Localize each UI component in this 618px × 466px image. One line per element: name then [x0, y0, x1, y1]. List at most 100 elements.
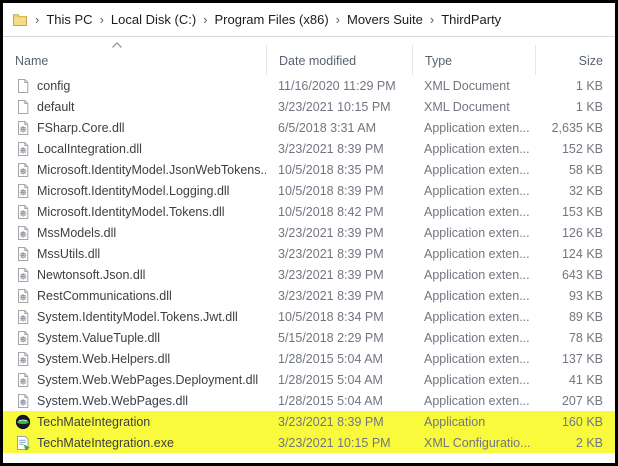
file-date-modified: 10/5/2018 8:42 PM [278, 204, 384, 219]
file-row[interactable]: System.IdentityModel.Tokens.Jwt.dll 10/5… [3, 306, 615, 327]
dll-icon [15, 162, 31, 178]
file-name: MssUtils.dll [37, 246, 101, 261]
file-type: Application exten... [424, 141, 530, 156]
dll-icon [15, 204, 31, 220]
file-row[interactable]: Microsoft.IdentityModel.JsonWebTokens...… [3, 159, 615, 180]
file-size: 2 KB [575, 435, 603, 450]
dll-icon [15, 246, 31, 262]
file-type: Application exten... [424, 183, 530, 198]
file-row[interactable]: default 3/23/2021 10:15 PM XML Document … [3, 96, 615, 117]
file-date-modified: 3/23/2021 8:39 PM [278, 141, 384, 156]
xml-doc-icon [15, 78, 31, 94]
file-type: Application [424, 414, 486, 429]
file-size: 160 KB [561, 414, 603, 429]
dll-icon [15, 309, 31, 325]
file-row[interactable]: TechMateIntegration.exe 3/23/2021 10:15 … [3, 432, 615, 453]
file-name: System.ValueTuple.dll [37, 330, 160, 345]
breadcrumb-item[interactable]: Program Files (x86) [215, 12, 329, 27]
breadcrumb-item[interactable]: ThirdParty [441, 12, 501, 27]
dll-icon [15, 120, 31, 136]
file-size: 32 KB [568, 183, 603, 198]
breadcrumb-item[interactable]: Local Disk (C:) [111, 12, 196, 27]
dll-icon [15, 372, 31, 388]
explorer-window: › This PC › Local Disk (C:) › Program Files (… [0, 0, 618, 466]
file-row[interactable]: System.Web.Helpers.dll 1/28/2015 5:04 AM… [3, 348, 615, 369]
file-size: 126 KB [561, 225, 603, 240]
xml-doc-icon [15, 99, 31, 115]
file-name: System.Web.WebPages.Deployment.dll [37, 372, 259, 387]
breadcrumb-chevron-icon[interactable]: › [28, 13, 46, 26]
file-row[interactable]: MssUtils.dll 3/23/2021 8:39 PM Applicati… [3, 243, 615, 264]
column-header-date-modified[interactable]: Date modified [266, 45, 412, 75]
file-type: Application exten... [424, 246, 530, 261]
file-name: System.Web.Helpers.dll [37, 351, 171, 366]
file-row[interactable]: System.Web.WebPages.Deployment.dll 1/28/… [3, 369, 615, 390]
file-date-modified: 3/23/2021 8:39 PM [278, 288, 384, 303]
file-name: MssModels.dll [37, 225, 117, 240]
file-type: Application exten... [424, 267, 530, 282]
file-row[interactable]: System.ValueTuple.dll 5/15/2018 2:29 PM … [3, 327, 615, 348]
file-type: XML Document [424, 78, 510, 93]
file-row[interactable]: System.Web.WebPages.dll 1/28/2015 5:04 A… [3, 390, 615, 411]
file-date-modified: 5/15/2018 2:29 PM [278, 330, 384, 345]
breadcrumb-item[interactable]: This PC [46, 12, 92, 27]
file-row[interactable]: Microsoft.IdentityModel.Logging.dll 10/5… [3, 180, 615, 201]
file-row[interactable]: RestCommunications.dll 3/23/2021 8:39 PM… [3, 285, 615, 306]
file-size: 89 KB [568, 309, 603, 324]
file-name: FSharp.Core.dll [37, 120, 125, 135]
file-date-modified: 6/5/2018 3:31 AM [278, 120, 376, 135]
file-row[interactable]: FSharp.Core.dll 6/5/2018 3:31 AM Applica… [3, 117, 615, 138]
breadcrumb-chevron-icon[interactable]: › [93, 13, 111, 26]
column-header-size[interactable]: Size [535, 45, 615, 75]
column-header-row: Name Date modified Type Size [3, 37, 615, 75]
file-date-modified: 3/23/2021 8:39 PM [278, 267, 384, 282]
file-type: Application exten... [424, 225, 530, 240]
file-name: Newtonsoft.Json.dll [37, 267, 146, 282]
file-type: Application exten... [424, 204, 530, 219]
dll-icon [15, 225, 31, 241]
file-size: 93 KB [568, 288, 603, 303]
file-name: Microsoft.IdentityModel.Logging.dll [37, 183, 230, 198]
file-date-modified: 3/23/2021 10:15 PM [278, 99, 391, 114]
file-date-modified: 1/28/2015 5:04 AM [278, 372, 383, 387]
dll-icon [15, 183, 31, 199]
file-size: 643 KB [561, 267, 603, 282]
file-row[interactable]: Microsoft.IdentityModel.Tokens.dll 10/5/… [3, 201, 615, 222]
file-size: 152 KB [561, 141, 603, 156]
file-type: Application exten... [424, 393, 530, 408]
file-type: Application exten... [424, 309, 530, 324]
file-type: Application exten... [424, 120, 530, 135]
breadcrumb: › This PC › Local Disk (C:) › Program Files (… [28, 12, 501, 27]
file-name: RestCommunications.dll [37, 288, 172, 303]
file-type: Application exten... [424, 162, 530, 177]
file-row[interactable]: Newtonsoft.Json.dll 3/23/2021 8:39 PM Ap… [3, 264, 615, 285]
breadcrumb-chevron-icon[interactable]: › [196, 13, 214, 26]
breadcrumb-chevron-icon[interactable]: › [329, 13, 347, 26]
dll-icon [15, 267, 31, 283]
file-size: 58 KB [568, 162, 603, 177]
file-row[interactable]: LocalIntegration.dll 3/23/2021 8:39 PM A… [3, 138, 615, 159]
file-name: default [37, 99, 75, 114]
file-date-modified: 3/23/2021 10:15 PM [278, 435, 391, 450]
file-type: XML Document [424, 99, 510, 114]
address-bar[interactable]: › This PC › Local Disk (C:) › Program Files (… [3, 3, 615, 37]
file-row[interactable]: MssModels.dll 3/23/2021 8:39 PM Applicat… [3, 222, 615, 243]
file-row[interactable]: TechMateIntegration 3/23/2021 8:39 PM Ap… [3, 411, 615, 432]
file-date-modified: 11/16/2020 11:29 PM [278, 78, 396, 93]
file-name: Microsoft.IdentityModel.JsonWebTokens...… [37, 162, 266, 177]
column-header-name[interactable]: Name [3, 54, 266, 75]
file-date-modified: 1/28/2015 5:04 AM [278, 393, 383, 408]
file-name: System.IdentityModel.Tokens.Jwt.dll [37, 309, 238, 324]
breadcrumb-item[interactable]: Movers Suite [347, 12, 423, 27]
file-size: 78 KB [568, 330, 603, 345]
file-date-modified: 10/5/2018 8:35 PM [278, 162, 384, 177]
column-header-type[interactable]: Type [412, 45, 535, 75]
breadcrumb-chevron-icon[interactable]: › [423, 13, 441, 26]
file-type: Application exten... [424, 330, 530, 345]
dll-icon [15, 330, 31, 346]
file-size: 41 KB [568, 372, 603, 387]
sort-ascending-icon[interactable] [111, 42, 123, 49]
file-row[interactable]: config 11/16/2020 11:29 PM XML Document … [3, 75, 615, 96]
file-type: Application exten... [424, 288, 530, 303]
file-size: 2,635 KB [551, 120, 603, 135]
